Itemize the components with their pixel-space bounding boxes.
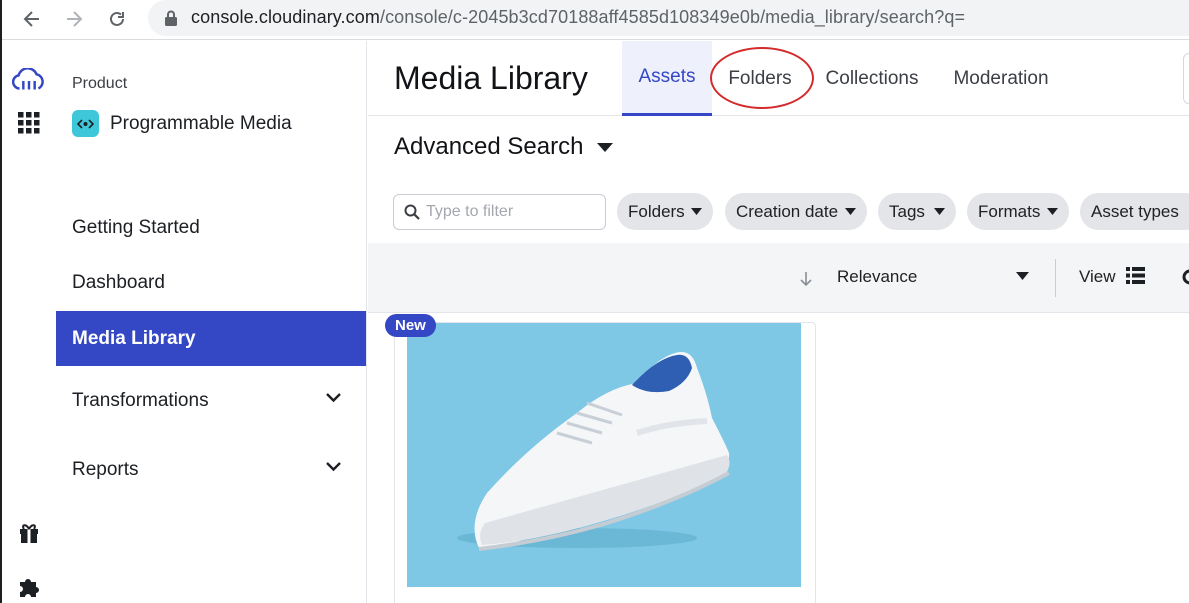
divider bbox=[1055, 259, 1056, 297]
caret-down-icon bbox=[845, 208, 856, 215]
filter-chip-tags[interactable]: Tags bbox=[878, 193, 956, 230]
tab-label: Assets bbox=[638, 66, 696, 87]
sidebar: Product Programmable Media Getting Start… bbox=[56, 41, 367, 603]
sidebar-item-media-library[interactable]: Media Library bbox=[56, 311, 366, 366]
lock-icon bbox=[164, 10, 178, 32]
tab-label: Moderation bbox=[953, 67, 1049, 89]
caret-down-icon bbox=[597, 142, 614, 152]
filter-chip-asset-types[interactable]: Asset types bbox=[1080, 193, 1189, 230]
filter-chip-folders[interactable]: Folders bbox=[617, 193, 713, 230]
search-title: Advanced Search bbox=[394, 133, 584, 160]
caret-down-icon[interactable] bbox=[1016, 272, 1029, 280]
sidebar-item-label: Reports bbox=[72, 458, 139, 480]
cloudinary-logo-icon[interactable] bbox=[12, 65, 46, 95]
page-title: Media Library bbox=[394, 60, 588, 96]
header-action-button[interactable] bbox=[1183, 53, 1189, 104]
tab-label: Collections bbox=[825, 67, 919, 89]
url-text[interactable]: console.cloudinary.com/console/c-2045b3c… bbox=[191, 7, 965, 28]
programmable-media-icon bbox=[72, 110, 99, 137]
caret-down-icon bbox=[934, 208, 945, 215]
apps-grid-icon[interactable] bbox=[12, 108, 46, 138]
gift-icon[interactable] bbox=[12, 518, 46, 548]
app-rail bbox=[2, 41, 56, 603]
reload-icon[interactable] bbox=[103, 5, 131, 33]
tab-moderation[interactable]: Moderation bbox=[946, 41, 1056, 116]
sidebar-item-label: Transformations bbox=[72, 389, 209, 411]
chip-label: Creation date bbox=[736, 201, 839, 221]
sort-toolbar: Relevance View bbox=[368, 243, 1189, 313]
caret-down-icon bbox=[1047, 208, 1058, 215]
product-label: Product bbox=[72, 75, 128, 92]
filter-input[interactable] bbox=[426, 203, 596, 221]
sidebar-item-label: Getting Started bbox=[72, 216, 200, 238]
list-view-icon[interactable] bbox=[1126, 267, 1145, 284]
chevron-down-icon bbox=[326, 462, 341, 472]
tab-collections[interactable]: Collections bbox=[816, 41, 928, 116]
caret-down-icon bbox=[691, 208, 702, 215]
tab-assets[interactable]: Assets bbox=[622, 41, 712, 116]
app-frame: console.cloudinary.com/console/c-2045b3c… bbox=[0, 0, 1189, 603]
sidebar-item-label: Media Library bbox=[72, 327, 196, 349]
browser-toolbar: console.cloudinary.com/console/c-2045b3c… bbox=[2, 0, 1189, 40]
product-name: Programmable Media bbox=[110, 112, 292, 134]
filter-chip-formats[interactable]: Formats bbox=[967, 193, 1069, 230]
chip-label: Formats bbox=[978, 201, 1041, 221]
url-host: console.cloudinary.com bbox=[191, 7, 380, 27]
puzzle-icon[interactable] bbox=[12, 572, 46, 602]
advanced-search-toggle[interactable]: Advanced Search bbox=[394, 133, 614, 161]
chip-label: Tags bbox=[889, 201, 925, 221]
sidebar-item-dashboard[interactable]: Dashboard bbox=[56, 255, 366, 310]
asset-thumbnail[interactable] bbox=[407, 323, 801, 587]
chevron-down-icon bbox=[326, 393, 341, 403]
annotation-circle bbox=[710, 47, 814, 109]
search-icon bbox=[404, 204, 420, 220]
url-path: /console/c-2045b3cd70188aff4585d108349e0… bbox=[379, 7, 966, 27]
gear-icon[interactable] bbox=[1180, 268, 1189, 286]
filter-input-box[interactable] bbox=[393, 194, 606, 230]
chip-label: Folders bbox=[628, 201, 685, 221]
chip-label: Asset types bbox=[1091, 201, 1179, 221]
sneaker-image bbox=[407, 323, 801, 587]
new-badge: New bbox=[385, 314, 436, 337]
view-label[interactable]: View bbox=[1079, 267, 1116, 287]
sidebar-item-getting-started[interactable]: Getting Started bbox=[56, 200, 366, 255]
back-arrow-icon[interactable] bbox=[18, 5, 46, 33]
sort-select[interactable]: Relevance bbox=[837, 267, 917, 287]
product-switcher[interactable]: Programmable Media bbox=[72, 110, 292, 137]
sidebar-item-reports[interactable]: Reports bbox=[56, 442, 366, 497]
filter-chip-creation-date[interactable]: Creation date bbox=[725, 193, 867, 230]
sort-direction-icon[interactable] bbox=[800, 271, 812, 287]
sidebar-item-label: Dashboard bbox=[72, 271, 165, 293]
forward-arrow-icon[interactable] bbox=[60, 5, 88, 33]
sidebar-item-transformations[interactable]: Transformations bbox=[56, 373, 366, 428]
